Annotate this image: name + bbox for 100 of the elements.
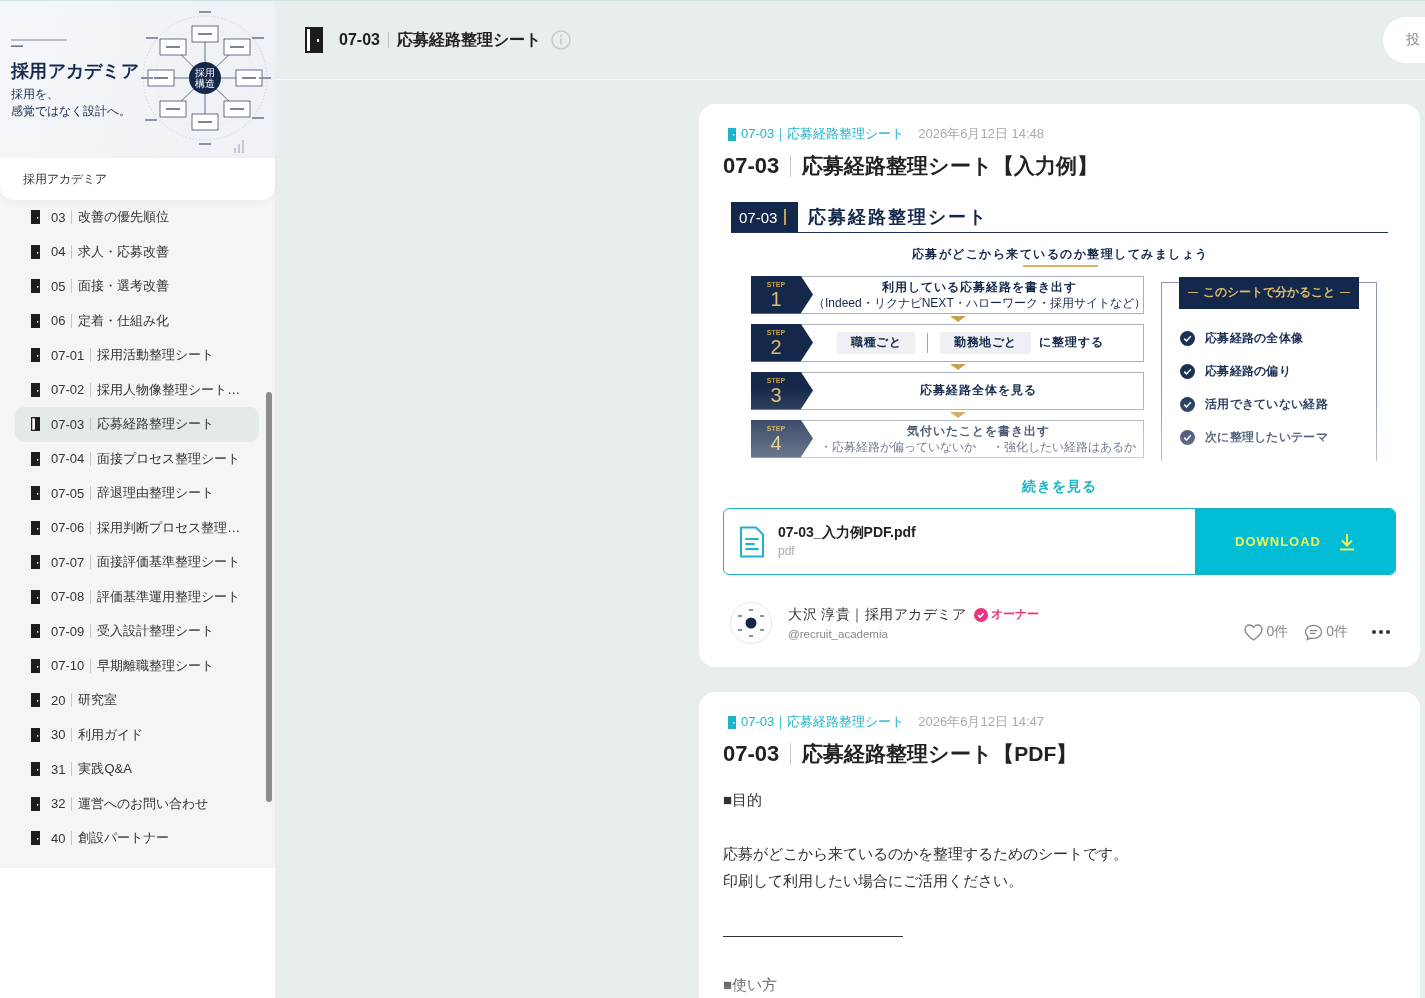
file-type: pdf [778,543,796,560]
step-bullet: ・強化したい経路はあるか [992,439,1136,454]
page-title: 07-03 応募経路整理シート [339,29,541,50]
door-icon [31,210,40,225]
check-circle-icon [1180,430,1195,445]
channel-item[interactable]: 07-03 応募経路整理シート [15,407,259,442]
post-title: 07-03 応募経路整理シート【入力例】 [723,152,1100,180]
file-icon [739,525,765,558]
step-text: 利用している応募経路を書き出す [881,279,1077,295]
channel-item[interactable]: 07-01 採用活動整理シート [15,338,259,373]
door-icon [31,382,40,397]
channel-item[interactable]: 07-02 採用人物像整理シート… [15,372,259,407]
channel-item[interactable]: 07-04 面接プロセス整理シート [15,441,259,476]
door-icon [31,658,40,673]
panel-title: このシートで分かること [1179,276,1359,309]
community-name: 採用アカデミア [23,170,107,188]
channel-item[interactable]: 07-07 面接評価基準整理シート [15,545,259,580]
door-icon [31,451,40,466]
channel-item[interactable]: 07-08 評価基準運用整理シート [15,579,259,614]
channel-item[interactable]: 32 運営へのお問い合わせ [15,786,259,821]
step-number: 1 [770,288,782,309]
post-date: 2026年6月12日 14:47 [918,713,1044,731]
sheet-title: 応募経路整理シート [808,206,988,229]
body-text: ■目的 [723,790,764,810]
channel-item[interactable]: 07-10 早期離職整理シート [15,648,259,683]
door-icon [305,27,323,53]
door-icon [31,348,40,363]
channel-item[interactable]: 04 求人・応募改善 [15,234,259,269]
hub-circle [189,62,221,94]
bar-chart-icon [234,140,244,153]
panel-item-text: 応募経路の偏り [1205,363,1292,380]
door-icon [728,127,736,141]
author-name: 大沢 淳貴｜採用アカデミア [788,605,967,624]
down-triangle-icon [950,411,966,418]
author-role: オーナー [991,606,1040,623]
channel-item[interactable]: 40 創設パートナー [15,821,259,856]
door-icon [31,624,40,639]
channel-item[interactable]: 31 実践Q&A [15,752,259,787]
info-icon[interactable] [550,30,571,50]
channel-item[interactable]: 20 研究室 [15,683,259,718]
step-number: 4 [770,432,782,453]
panel-item-text: 活用できていない経路 [1205,396,1328,413]
banner-tagline: 採用を、 感覚ではなく設計へ。 [11,86,131,120]
post-date: 2026年6月12日 14:48 [918,125,1044,143]
door-icon [31,762,40,777]
channel-item[interactable]: 30 利用ガイド [15,717,259,752]
panel-item-text: 応募経路の全体像 [1205,330,1304,347]
step-number: 2 [770,336,782,357]
body-text: ———————————— [723,925,904,945]
door-icon [31,520,40,535]
channel-item[interactable]: 07-05 辞退理由整理シート [15,476,259,511]
post-button[interactable]: 投 [1383,17,1425,63]
verified-badge-icon [974,607,989,622]
door-icon [31,693,40,708]
channel-item[interactable]: 06 定着・仕組み化 [15,303,259,338]
door-icon [728,715,736,729]
avatar-icon [730,602,772,644]
channel-item[interactable]: 05 面接・選考改善 [15,269,259,304]
choice-chip: 勤務地ごと [940,331,1031,354]
scrollbar[interactable] [266,392,272,802]
speech-bubble-icon [1304,623,1324,641]
check-circle-icon [1180,331,1195,346]
comment-button[interactable]: 0件 [1304,623,1348,641]
down-triangle-icon [950,315,966,322]
channel-item[interactable]: 03 改善の優先順位 [15,200,259,235]
more-icon[interactable] [1372,630,1390,634]
body-text: 応募がどこから来ているのかを整理するためのシートです。 印刷して利用したい場合にご活用ください。 [723,844,1129,891]
door-icon [31,244,40,259]
check-circle-icon [1180,397,1195,412]
download-icon [1339,532,1355,551]
check-circle-icon [1180,364,1195,379]
body-text: ■使い方 [723,975,779,995]
choice-chip: 職種ごと [837,331,915,354]
down-triangle-icon [950,363,966,370]
panel-item-text: 次に整理したいテーマ [1205,429,1328,446]
door-icon [31,417,40,432]
door-icon [31,486,40,501]
sheet-number-badge: 07-03 [731,202,798,232]
door-icon [31,831,40,846]
door-icon [31,796,40,811]
step-text: に整理する [1038,335,1104,350]
hub-label: 採用 構造 [195,67,215,89]
like-button[interactable]: 0件 [1244,623,1289,641]
sheet-subtitle: 応募がどこから来ているのか整理してみましょう [910,246,1210,262]
author-handle: @recruit_academia [788,626,889,642]
door-icon [31,589,40,604]
file-name: 07-03_入力例PDF.pdf [778,523,916,541]
channel-item[interactable]: 07-09 受入設計整理シート [15,614,259,649]
channel-item[interactable]: 07-06 採用判断プロセス整理… [15,510,259,545]
caption-drawing [11,37,69,47]
door-icon [31,313,40,328]
door-icon [31,279,40,294]
door-icon [31,555,40,570]
step-bullet: ・応募経路が偏っていないか [820,439,976,454]
step-text: 気付いたことを書き出す [906,423,1050,439]
door-icon [31,727,40,742]
post-title: 07-03 応募経路整理シート【PDF】 [723,740,1079,768]
heart-icon [1244,623,1264,641]
step-note: （Indeed・リクナビNEXT・ハローワーク・採用サイトなど） [813,295,1146,310]
step-number: 3 [770,384,782,405]
